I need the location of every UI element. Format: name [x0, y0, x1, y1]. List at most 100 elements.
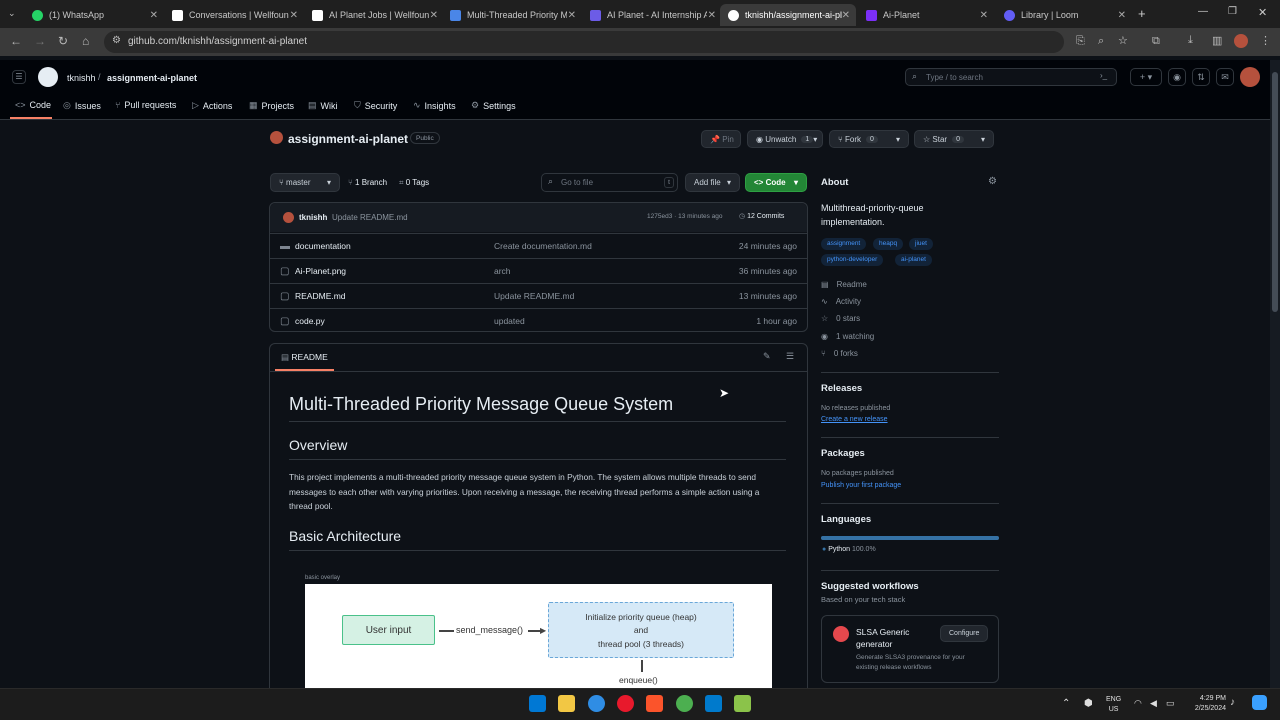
close-icon[interactable]: ✕	[290, 10, 298, 21]
browser-tab[interactable]: Library | Loom ✕	[996, 4, 1132, 26]
close-icon[interactable]: ✕	[708, 10, 716, 21]
owner-link[interactable]: tknishh	[67, 73, 96, 83]
outline-list-icon[interactable]: ☰	[786, 351, 794, 362]
browser-tab[interactable]: Conversations | Wellfound ✕	[164, 4, 304, 26]
topic-tag[interactable]: ai-planet	[895, 254, 932, 266]
commit-author[interactable]: tknishh	[299, 213, 327, 222]
tab-wiki[interactable]: ▤ Wiki	[308, 100, 338, 111]
profile-avatar[interactable]	[1234, 34, 1248, 48]
user-avatar[interactable]	[1240, 67, 1260, 87]
table-row[interactable]: ▢ code.py updated 1 hour ago	[270, 308, 807, 333]
minimize-icon[interactable]: —	[1198, 6, 1208, 17]
sidepanel-icon[interactable]: ▥	[1212, 34, 1222, 47]
tab-search-icon[interactable]: ⌄	[8, 8, 16, 19]
clock[interactable]: 4:29 PM 2/25/2024	[1186, 694, 1226, 714]
topic-tag[interactable]: python-developer	[821, 254, 884, 266]
app-icon[interactable]	[734, 695, 751, 712]
close-icon[interactable]: ✕	[430, 10, 438, 21]
tab-insights[interactable]: ∿ Insights	[413, 100, 456, 111]
configure-button[interactable]: Configure	[940, 625, 989, 642]
close-window-icon[interactable]: ✕	[1258, 6, 1267, 19]
download-icon[interactable]: ⤓	[1188, 34, 1193, 47]
back-icon[interactable]: ←	[10, 34, 22, 48]
new-tab-icon[interactable]: +	[1138, 6, 1146, 21]
address-bar[interactable]: github.com/tknishh/assignment-ai-planet	[104, 31, 1064, 53]
code-button[interactable]: <> Code ▾	[745, 173, 807, 192]
site-info-icon[interactable]: ⚙	[112, 35, 121, 46]
commit-message[interactable]: Update README.md	[332, 213, 408, 222]
home-icon[interactable]: ⌂	[82, 34, 89, 48]
pin-button[interactable]: 📌 Pin	[701, 130, 741, 148]
unwatch-button[interactable]: ◉ Unwatch 1 ▾	[747, 130, 823, 148]
windows-start-icon[interactable]	[529, 695, 546, 712]
close-icon[interactable]: ✕	[568, 10, 576, 21]
issues-icon[interactable]: ◉	[1168, 68, 1186, 86]
branch-selector[interactable]: ⑂ master ▾	[270, 173, 340, 192]
lang-indicator[interactable]: ENG US	[1106, 695, 1121, 715]
inbox-icon[interactable]: ✉	[1216, 68, 1234, 86]
battery-icon[interactable]: ▭	[1166, 698, 1175, 709]
wifi-icon[interactable]: ◠	[1134, 698, 1142, 709]
browser-tab[interactable]: (1) WhatsApp ✕	[24, 4, 164, 26]
stars-link[interactable]: ☆ 0 stars	[821, 314, 860, 323]
forward-icon[interactable]: →	[34, 34, 46, 48]
close-icon[interactable]: ✕	[980, 10, 988, 21]
star-button[interactable]: ☆ Star 0 ▾	[914, 130, 994, 148]
releases-heading[interactable]: Releases	[821, 383, 862, 394]
browser-tab[interactable]: Ai-Planet ✕	[858, 4, 994, 26]
browser-tab[interactable]: Multi-Threaded Priority M ✕	[442, 4, 582, 26]
browser-tab-active[interactable]: tknishh/assignment-ai-pl ✕	[720, 4, 856, 26]
vscode-icon[interactable]	[705, 695, 722, 712]
bookmark-star-icon[interactable]: ☆	[1118, 34, 1128, 47]
hamburger-icon[interactable]: ☰	[12, 70, 26, 84]
table-row[interactable]: ▢ README.md Update README.md 13 minutes ago	[270, 283, 807, 308]
fork-button[interactable]: ⑂ Fork 0 ▾	[829, 130, 909, 148]
tags-link[interactable]: ⌗ 0 Tags	[399, 178, 429, 188]
github-logo-icon[interactable]	[38, 67, 58, 87]
forks-link[interactable]: ⑂ 0 forks	[821, 349, 858, 358]
opera-icon[interactable]	[617, 695, 634, 712]
tab-issues[interactable]: ◎ Issues	[63, 100, 101, 111]
tab-settings[interactable]: ⚙ Settings	[471, 100, 516, 111]
install-icon[interactable]: ⎘	[1076, 35, 1085, 48]
close-icon[interactable]: ✕	[1118, 10, 1126, 21]
close-icon[interactable]: ✕	[150, 10, 158, 21]
brave-icon[interactable]	[646, 695, 663, 712]
topic-tag[interactable]: assignment	[821, 238, 867, 250]
publish-package-link[interactable]: Publish your first package	[821, 482, 901, 489]
table-row[interactable]: ▬ documentation Create documentation.md 24 …	[270, 233, 807, 258]
activity-link[interactable]: ∿ Activity	[821, 297, 861, 306]
edge-icon[interactable]	[588, 695, 605, 712]
restore-icon[interactable]: ❐	[1228, 6, 1237, 17]
reload-icon[interactable]: ↻	[58, 34, 68, 48]
extensions-icon[interactable]: ⧉	[1152, 35, 1160, 48]
zoom-icon[interactable]: ⌕	[1098, 35, 1104, 48]
close-icon[interactable]: ✕	[842, 10, 850, 21]
menu-icon[interactable]: ⋮	[1260, 34, 1271, 47]
readme-tab[interactable]: ▤ README	[281, 352, 328, 363]
branches-link[interactable]: ⑂ 1 Branch	[348, 178, 387, 187]
browser-tab[interactable]: AI Planet - AI Internship A ✕	[582, 4, 722, 26]
scrollbar-thumb[interactable]	[1272, 72, 1278, 312]
copilot-icon[interactable]	[1252, 695, 1267, 710]
notification-bell-icon[interactable]: ♪	[1230, 697, 1235, 708]
edit-pencil-icon[interactable]: ✎	[763, 351, 771, 362]
commit-hash-time[interactable]: 1275ed3 · 13 minutes ago	[647, 213, 723, 220]
pull-requests-icon[interactable]: ⇅	[1192, 68, 1210, 86]
repo-link[interactable]: assignment-ai-planet	[107, 73, 197, 83]
python-language-entry[interactable]: ● Python 100.0%	[822, 546, 876, 553]
chrome-icon[interactable]	[676, 695, 693, 712]
tab-projects[interactable]: ▦ Projects	[249, 100, 294, 111]
about-settings-gear-icon[interactable]: ⚙	[988, 176, 997, 187]
topic-tag[interactable]: heapq	[873, 238, 904, 250]
command-palette-icon[interactable]: ›_	[1100, 71, 1107, 80]
tab-code[interactable]: <> Code	[15, 100, 51, 110]
table-row[interactable]: ▢ Ai-Planet.png arch 36 minutes ago	[270, 258, 807, 283]
tray-chevron-up-icon[interactable]: ⌃	[1062, 698, 1070, 709]
browser-tab[interactable]: AI Planet Jobs | Wellfound ✕	[304, 4, 444, 26]
topic-tag[interactable]: jiuet	[909, 238, 933, 250]
readme-link[interactable]: ▤ Readme	[821, 280, 867, 289]
tab-security[interactable]: ⛉ Security	[354, 100, 397, 111]
file-explorer-icon[interactable]	[558, 695, 575, 712]
repo-title[interactable]: assignment-ai-planet	[288, 132, 408, 146]
